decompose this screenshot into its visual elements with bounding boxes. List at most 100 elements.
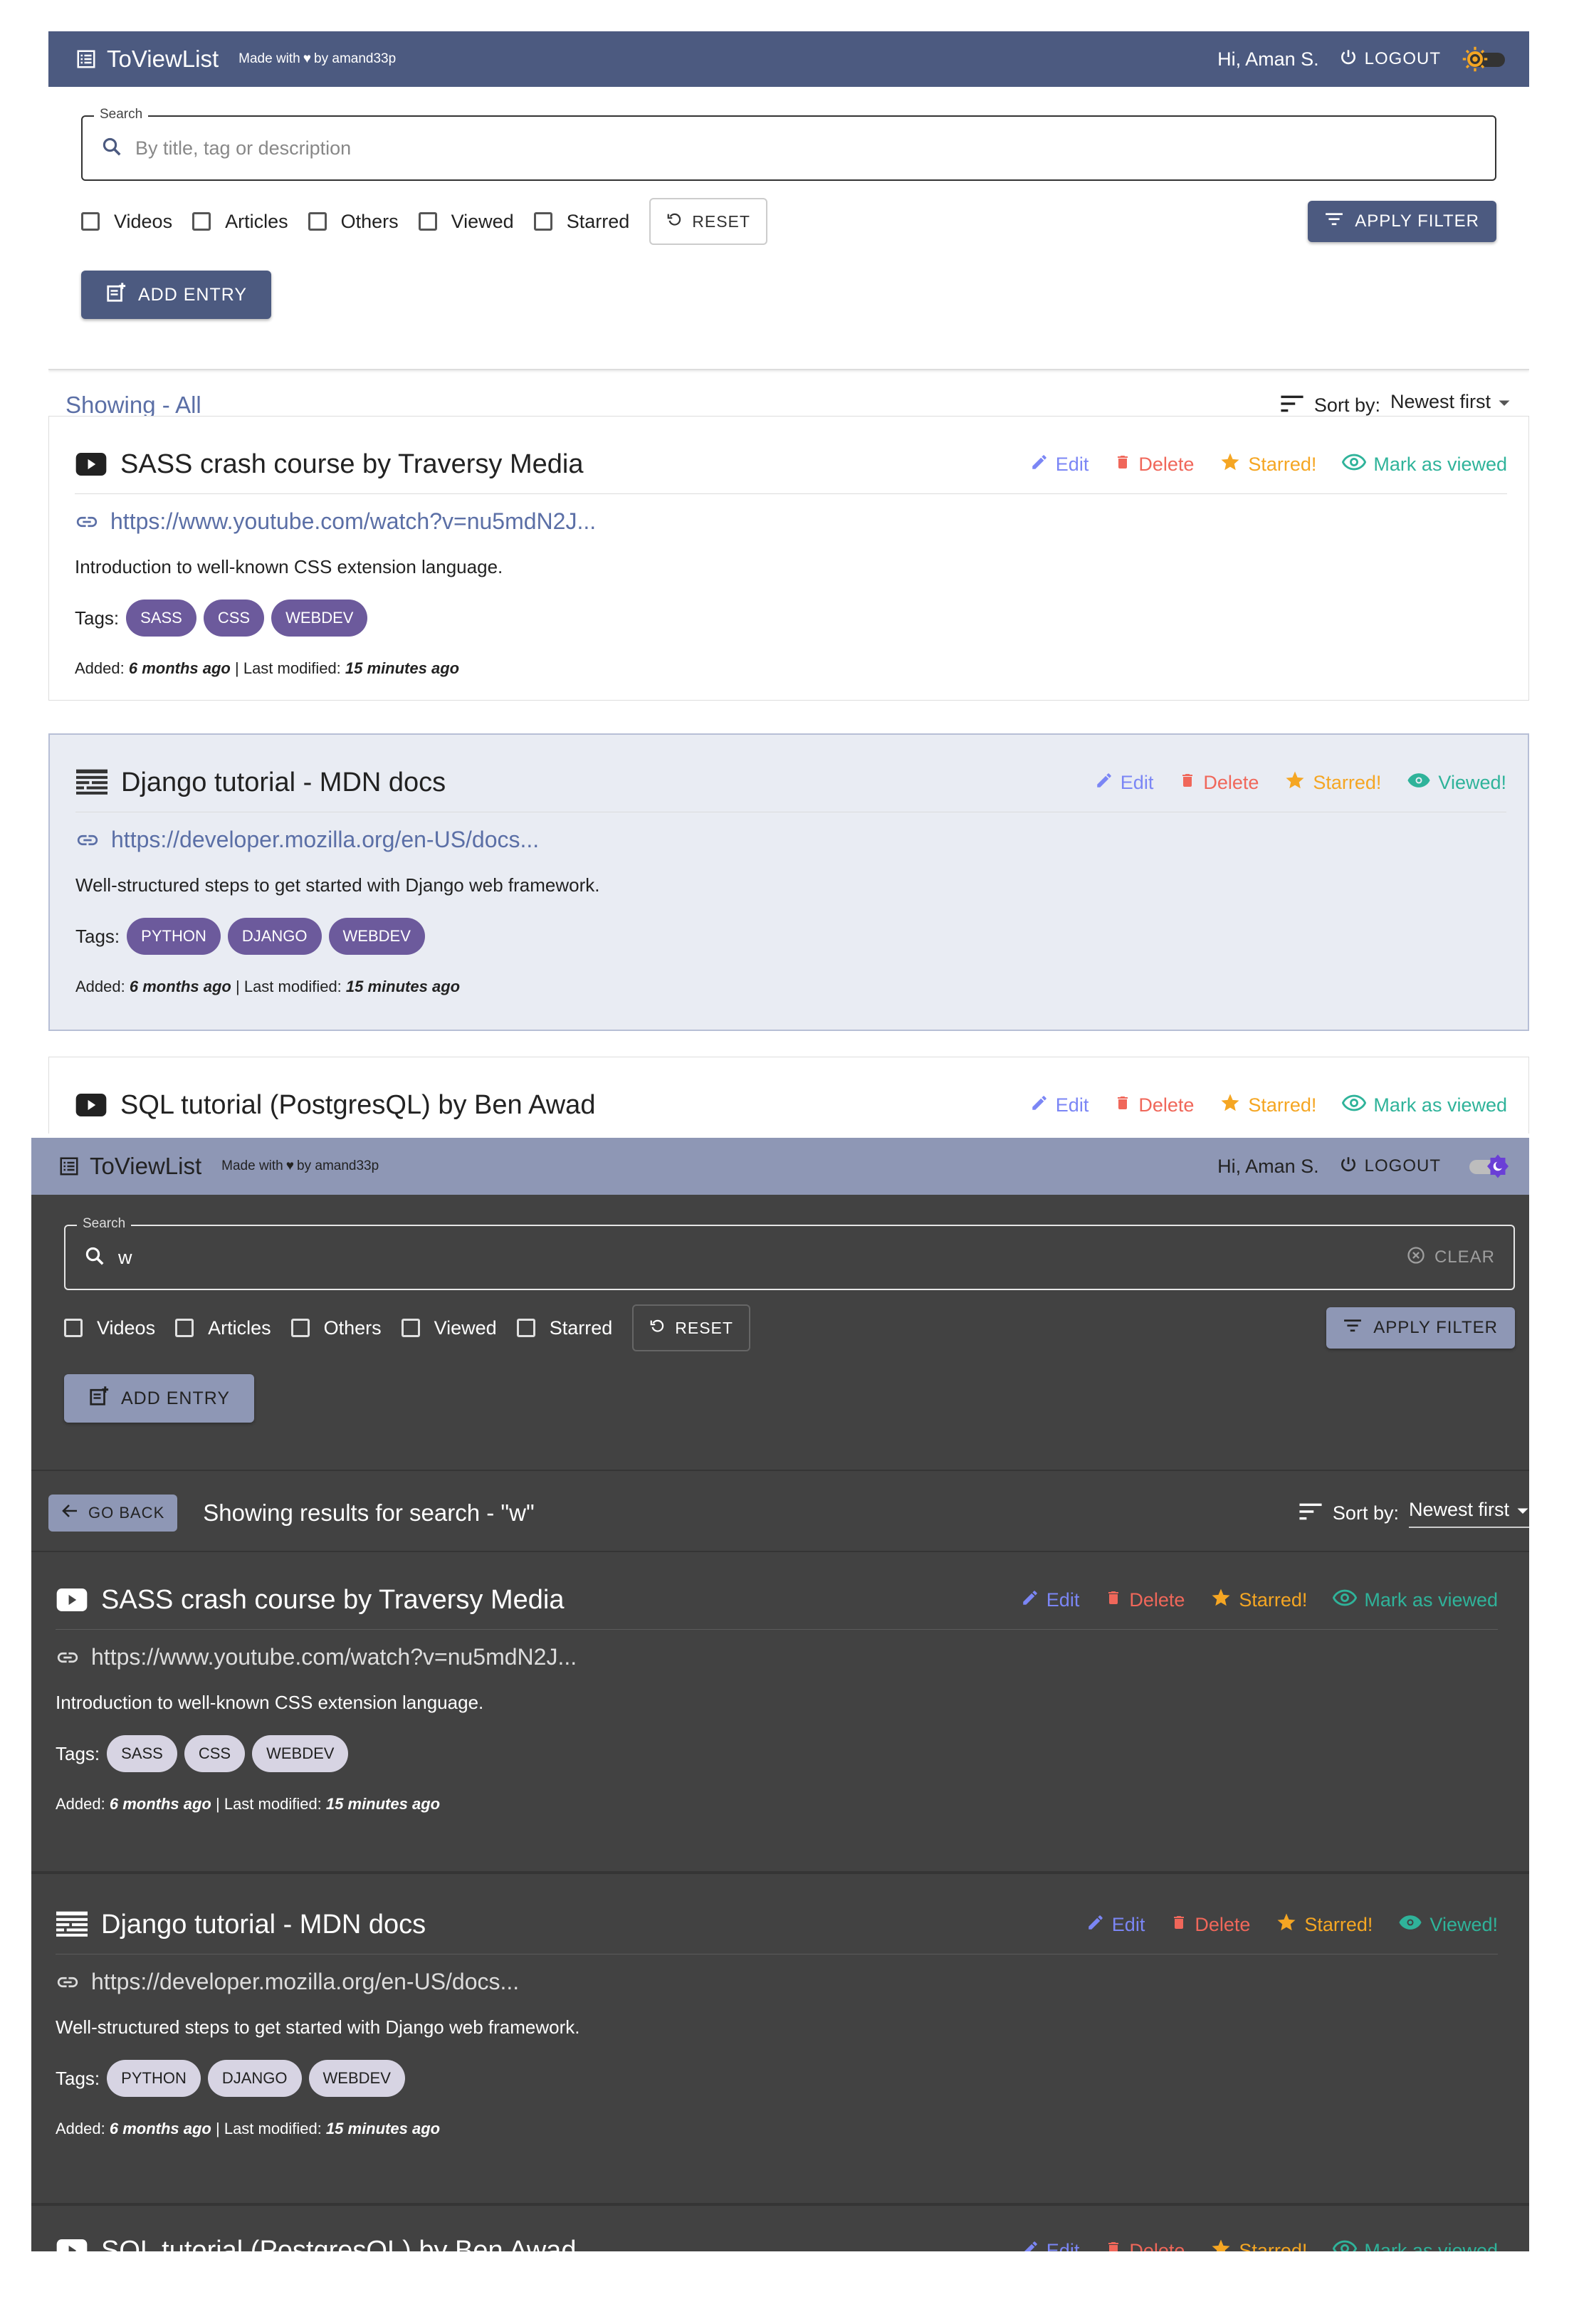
starred-button[interactable]: Starred! bbox=[1276, 1912, 1373, 1938]
delete-button[interactable]: Delete bbox=[1105, 1588, 1185, 1612]
pencil-icon bbox=[1030, 453, 1049, 476]
checkbox-videos[interactable]: Videos bbox=[81, 211, 172, 233]
checkbox-box[interactable] bbox=[192, 212, 211, 231]
viewed-button[interactable]: Viewed! bbox=[1398, 1914, 1498, 1936]
apply-filter-button[interactable]: APPLY FILTER bbox=[1308, 201, 1496, 242]
entry-header: SQL tutorial (PostgresQL) by Ben Awad Ed… bbox=[56, 2234, 1498, 2251]
search-input[interactable] bbox=[117, 1245, 1406, 1270]
delete-button[interactable]: Delete bbox=[1114, 1094, 1194, 1117]
checkbox-videos[interactable]: Videos bbox=[64, 1317, 155, 1339]
search-field[interactable]: Search bbox=[81, 107, 1496, 181]
search-field[interactable]: Search CLEAR bbox=[64, 1216, 1515, 1290]
delete-label: Delete bbox=[1129, 2239, 1185, 2252]
article-icon bbox=[56, 1908, 88, 1941]
entry-link[interactable]: https://developer.mozilla.org/en-US/docs… bbox=[75, 827, 1506, 853]
clear-button[interactable]: CLEAR bbox=[1406, 1245, 1495, 1270]
checkbox-box[interactable] bbox=[516, 1319, 535, 1337]
tag-chip[interactable]: DJANGO bbox=[227, 918, 322, 955]
tag-chip[interactable]: SASS bbox=[126, 600, 196, 637]
edit-label: Edit bbox=[1046, 2239, 1080, 2252]
logout-button[interactable]: LOGOUT bbox=[1339, 1155, 1441, 1178]
mark-viewed-button[interactable]: Mark as viewed bbox=[1333, 1589, 1498, 1611]
entry-description: Introduction to well-known CSS extension… bbox=[75, 556, 503, 577]
starred-button[interactable]: Starred! bbox=[1210, 2238, 1307, 2251]
checkbox-box[interactable] bbox=[533, 212, 552, 231]
checkbox-box[interactable] bbox=[81, 212, 100, 231]
starred-button[interactable]: Starred! bbox=[1219, 1092, 1316, 1119]
checkbox-articles[interactable]: Articles bbox=[192, 211, 288, 233]
entry-header: SASS crash course by Traversy Media Edit… bbox=[56, 1584, 1498, 1630]
checkbox-box[interactable] bbox=[308, 212, 327, 231]
entry-url: https://developer.mozilla.org/en-US/docs… bbox=[111, 827, 540, 852]
link-icon bbox=[75, 827, 100, 853]
checkbox-viewed[interactable]: Viewed bbox=[418, 211, 514, 233]
mark-viewed-button[interactable]: Mark as viewed bbox=[1333, 2240, 1498, 2251]
reset-button[interactable]: RESET bbox=[632, 1304, 750, 1351]
checkbox-box[interactable] bbox=[290, 1319, 310, 1337]
entry-actions: Edit Delete Starred! Mark as viewed bbox=[1021, 2238, 1498, 2252]
checkbox-label: Videos bbox=[114, 210, 173, 232]
entry-link[interactable]: https://developer.mozilla.org/en-US/docs… bbox=[56, 1969, 1498, 1995]
checkbox-box[interactable] bbox=[64, 1319, 83, 1337]
checkbox-others[interactable]: Others bbox=[308, 211, 399, 233]
mark-viewed-button[interactable]: Mark as viewed bbox=[1342, 454, 1507, 476]
power-icon bbox=[1339, 48, 1358, 71]
tag-chip[interactable]: PYTHON bbox=[127, 918, 221, 955]
entry-actions: Edit Delete Starred! Viewed! bbox=[1095, 770, 1506, 796]
tag-chip[interactable]: CSS bbox=[184, 1735, 246, 1772]
tag-chip[interactable]: SASS bbox=[107, 1735, 177, 1772]
delete-button[interactable]: Delete bbox=[1114, 453, 1194, 476]
entry-card: SQL tutorial (PostgresQL) by Ben Awad Ed… bbox=[31, 2206, 1529, 2251]
modified-label: Last modified: bbox=[243, 659, 341, 677]
edit-button[interactable]: Edit bbox=[1095, 771, 1153, 795]
edit-button[interactable]: Edit bbox=[1030, 1094, 1088, 1117]
starred-button[interactable]: Starred! bbox=[1210, 1587, 1307, 1613]
author-link[interactable]: by amand33p bbox=[314, 51, 396, 67]
app-title[interactable]: ToViewList bbox=[90, 1153, 201, 1180]
tag-chip[interactable]: WEBDEV bbox=[328, 918, 425, 955]
checkbox-box[interactable] bbox=[175, 1319, 194, 1337]
reset-button[interactable]: RESET bbox=[649, 198, 767, 245]
viewed-button[interactable]: Viewed! bbox=[1407, 772, 1506, 794]
tag-chip[interactable]: WEBDEV bbox=[252, 1735, 349, 1772]
add-entry-button[interactable]: ADD ENTRY bbox=[64, 1374, 255, 1423]
logout-button[interactable]: LOGOUT bbox=[1339, 48, 1441, 71]
starred-button[interactable]: Starred! bbox=[1284, 770, 1381, 796]
checkbox-box[interactable] bbox=[418, 212, 437, 231]
tag-chip[interactable]: PYTHON bbox=[107, 2060, 201, 2097]
eye-outline-icon bbox=[1342, 454, 1367, 476]
mark-viewed-button[interactable]: Mark as viewed bbox=[1342, 1094, 1507, 1116]
checkbox-articles[interactable]: Articles bbox=[175, 1317, 271, 1339]
author-link[interactable]: by amand33p bbox=[297, 1158, 379, 1174]
edit-button[interactable]: Edit bbox=[1021, 1588, 1079, 1612]
app-title[interactable]: ToViewList bbox=[107, 46, 219, 73]
tag-chip[interactable]: WEBDEV bbox=[271, 600, 368, 637]
edit-button[interactable]: Edit bbox=[1030, 453, 1088, 476]
checkbox-others[interactable]: Others bbox=[290, 1317, 382, 1339]
edit-button[interactable]: Edit bbox=[1086, 1913, 1145, 1937]
tag-chip[interactable]: CSS bbox=[203, 600, 265, 637]
tags-label: Tags: bbox=[75, 925, 120, 947]
delete-button[interactable]: Delete bbox=[1179, 771, 1259, 795]
theme-toggle[interactable] bbox=[1462, 46, 1509, 72]
theme-toggle[interactable] bbox=[1462, 1153, 1509, 1179]
sort-select[interactable]: Newest first bbox=[1408, 1499, 1529, 1528]
entry-header: SQL tutorial (PostgresQL) by Ben Awad Ed… bbox=[75, 1089, 1507, 1134]
checkbox-starred[interactable]: Starred bbox=[516, 1317, 612, 1339]
checkbox-box[interactable] bbox=[401, 1319, 420, 1337]
entry-link[interactable]: https://www.youtube.com/watch?v=nu5mdN2J… bbox=[56, 1644, 1498, 1670]
search-input[interactable] bbox=[134, 136, 1476, 160]
edit-button[interactable]: Edit bbox=[1021, 2239, 1080, 2252]
tag-chip[interactable]: DJANGO bbox=[207, 2060, 302, 2097]
go-back-button[interactable]: GO BACK bbox=[48, 1495, 178, 1532]
checkbox-viewed[interactable]: Viewed bbox=[401, 1317, 497, 1339]
entry-link[interactable]: https://www.youtube.com/watch?v=nu5mdN2J… bbox=[75, 508, 1507, 535]
trash-icon bbox=[1105, 1588, 1122, 1612]
delete-button[interactable]: Delete bbox=[1105, 2239, 1185, 2252]
checkbox-starred[interactable]: Starred bbox=[533, 211, 629, 233]
apply-filter-button[interactable]: APPLY FILTER bbox=[1326, 1307, 1515, 1349]
tag-chip[interactable]: WEBDEV bbox=[308, 2060, 405, 2097]
add-entry-button[interactable]: ADD ENTRY bbox=[81, 271, 272, 319]
starred-button[interactable]: Starred! bbox=[1219, 451, 1316, 478]
delete-button[interactable]: Delete bbox=[1170, 1913, 1250, 1937]
